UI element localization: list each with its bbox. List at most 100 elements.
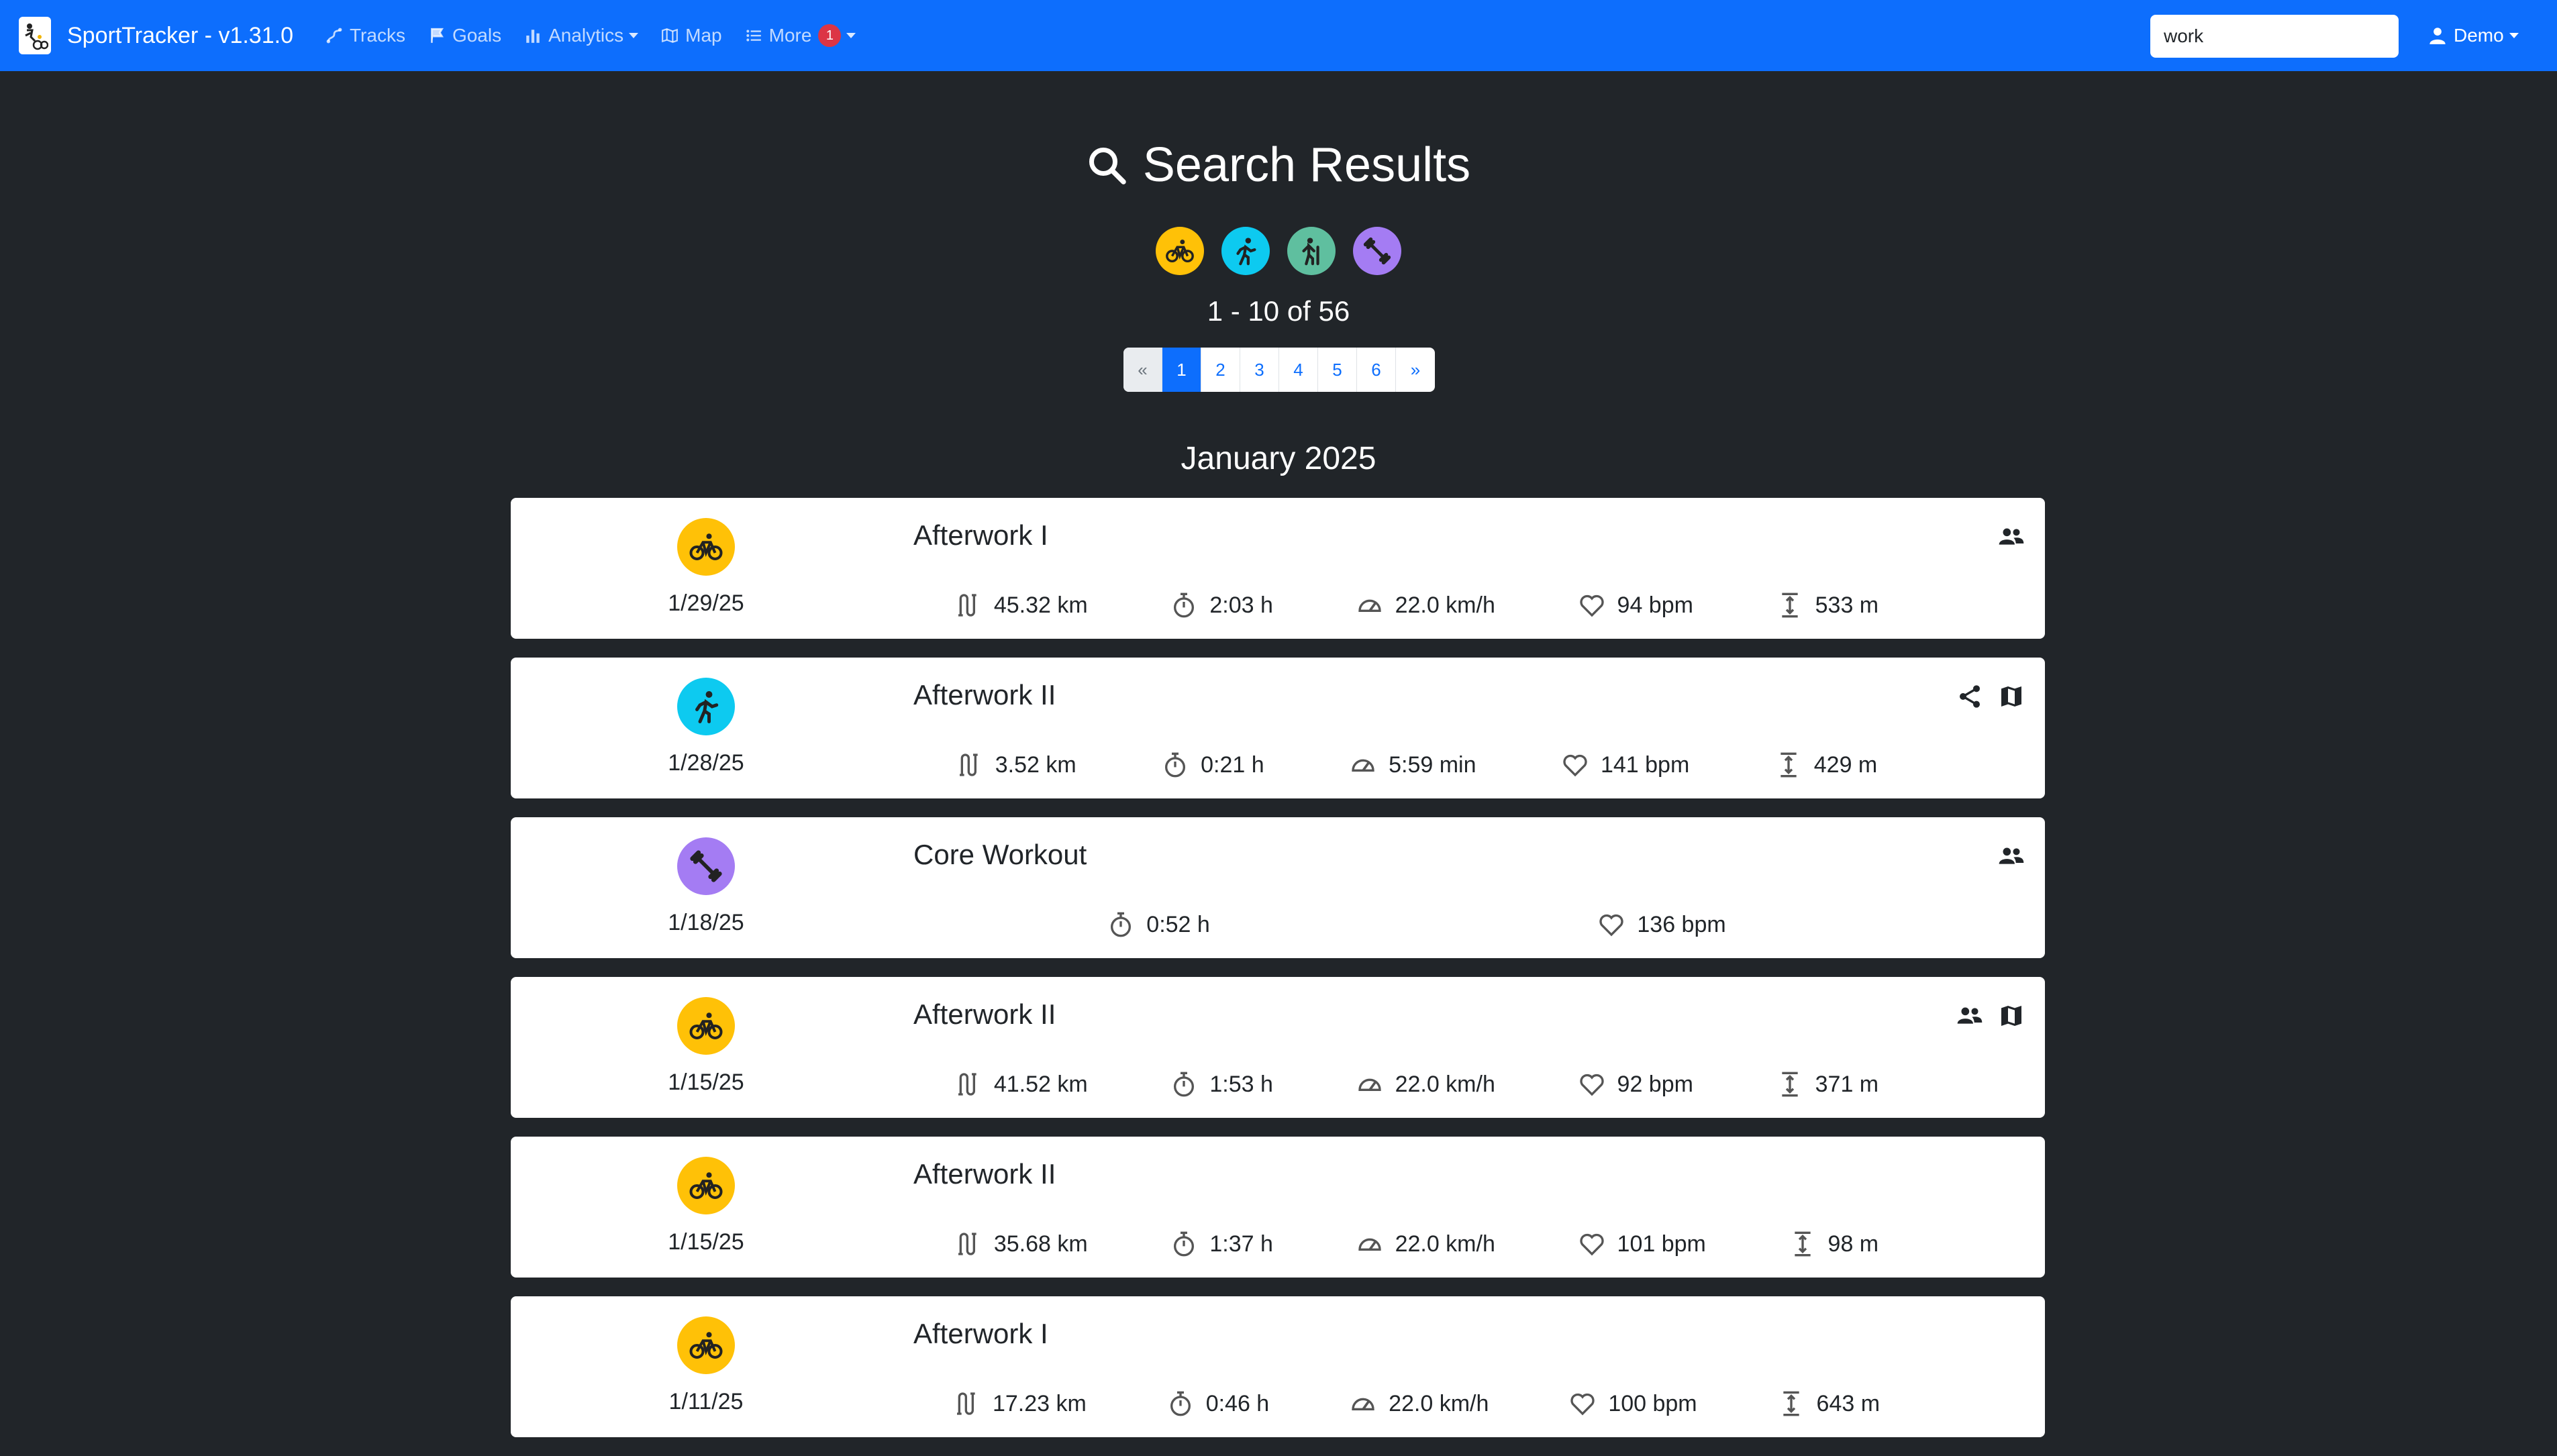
stat-elevation-value: 643 m [1816,1390,1881,1416]
filter-running-button[interactable] [1221,227,1270,275]
route-icon [958,1233,976,1255]
elevation-icon [1783,1391,1799,1416]
stat-elevation: 643 m [1778,1390,1881,1417]
pagination-page[interactable]: 3 [1240,348,1279,392]
pagination-page[interactable]: 6 [1357,348,1396,392]
nav-analytics-dropdown[interactable]: Analytics [524,25,639,46]
map-icon[interactable] [1998,1002,2025,1029]
speedometer-icon [1352,1398,1374,1410]
month-heading: January 2025 [1181,441,1376,476]
stat-elevation-value: 429 m [1813,751,1878,778]
user-icon [2429,28,2446,44]
pagination-page[interactable]: 1 [1162,348,1201,392]
route-icon [958,1073,976,1096]
list-icon [746,30,761,42]
stopwatch-icon [1174,1231,1195,1257]
pagination: « 1 2 3 4 5 6 » [1123,348,1435,392]
nav-map[interactable]: Map [661,25,722,46]
track-actions [1998,523,2025,550]
sport-filters [0,227,2557,275]
track-actions [1998,843,2025,870]
nav-more-dropdown[interactable]: More 1 [745,24,856,47]
bar-chart-icon [526,30,540,43]
track-actions [1956,683,2025,710]
pagination-next[interactable]: » [1396,348,1435,392]
stat-heart-rate-value: 141 bpm [1600,751,1690,778]
bike-icon [677,1157,735,1214]
dumbbell-icon [1363,237,1391,265]
track-card[interactable]: 1/29/25 Afterwork I 45.32 km 2:03 h 22.0… [511,498,2045,639]
page-header: Search Results [0,138,2557,193]
stat-speed-value: 22.0 km/h [1395,1231,1495,1257]
stat-heart-rate: 101 bpm [1578,1231,1706,1257]
brand[interactable]: SportTracker - v1.31.0 [19,17,325,54]
track-card[interactable]: 1/28/25 Afterwork II 3.52 km 0:21 h 5:59… [511,658,2045,798]
stat-duration: 1:37 h [1170,1231,1273,1257]
stat-pace-value: 5:59 min [1389,751,1476,778]
stat-heart-rate-value: 94 bpm [1617,592,1693,618]
group-icon[interactable] [1956,1002,1983,1029]
stat-heart-rate: 92 bpm [1578,1071,1693,1098]
track-title: Afterwork I [913,519,1048,551]
user-menu-dropdown[interactable]: Demo [2428,0,2519,71]
group-icon[interactable] [1998,843,2025,870]
track-date: 1/11/25 [668,1389,744,1414]
nav-tracks[interactable]: Tracks [325,25,405,46]
share-icon[interactable] [1956,683,1983,710]
track-title: Afterwork II [913,1158,1056,1190]
filter-hiking-button[interactable] [1287,227,1336,275]
track-title: Afterwork II [913,998,1056,1030]
stat-elevation: 429 m [1775,751,1878,778]
stat-speed-value: 22.0 km/h [1395,592,1495,618]
stat-heart-rate-value: 100 bpm [1608,1390,1697,1416]
bike-icon [677,1316,735,1374]
track-stats: 35.68 km 1:37 h 22.0 km/h 101 bpm 98 m [913,1223,1920,1265]
stat-speed-value: 22.0 km/h [1389,1390,1489,1416]
stat-duration-value: 2:03 h [1209,592,1273,618]
pagination-page[interactable]: 5 [1318,348,1357,392]
pagination-page[interactable]: 4 [1279,348,1318,392]
bike-icon [677,518,735,576]
track-card[interactable]: 1/18/25 Core Workout 0:52 h 136 bpm [511,817,2045,958]
track-card[interactable]: 1/15/25 Afterwork II 35.68 km 1:37 h 22.… [511,1137,2045,1278]
filter-workout-button[interactable] [1353,227,1401,275]
track-actions [1956,1002,2025,1029]
track-title: Core Workout [913,839,1087,870]
stat-speed: 22.0 km/h [1356,1071,1495,1098]
stat-distance: 3.52 km [956,751,1076,778]
stat-elevation-value: 98 m [1827,1231,1879,1257]
user-name: Demo [2454,25,2504,46]
nav-analytics-label: Analytics [548,25,624,46]
search-input[interactable] [2150,15,2399,58]
run-icon [1236,238,1256,266]
stat-duration: 0:46 h [1167,1390,1269,1417]
app-title: SportTracker - v1.31.0 [67,22,293,48]
track-card[interactable]: 1/11/25 Afterwork I 17.23 km 0:46 h 22.0… [511,1296,2045,1437]
stopwatch-icon [1174,592,1195,618]
run-icon [677,678,735,735]
track-stats: 0:52 h 136 bpm [913,903,1920,946]
track-stats: 17.23 km 0:46 h 22.0 km/h 100 bpm 643 m [913,1382,1920,1425]
map-icon [662,28,679,43]
stopwatch-icon [1174,1072,1195,1097]
nav-goals[interactable]: Goals [428,25,501,46]
pagination-page[interactable]: 2 [1201,348,1240,392]
stat-duration: 2:03 h [1170,592,1273,619]
group-icon[interactable] [1998,523,2025,550]
route-icon [959,753,978,776]
stat-speed-value: 22.0 km/h [1395,1071,1495,1097]
route-icon [958,594,976,617]
flag-icon [431,28,444,43]
bike-icon [1166,240,1194,263]
track-card[interactable]: 1/15/25 Afterwork II 41.52 km 1:53 h 22.… [511,977,2045,1118]
pagination-prev[interactable]: « [1123,348,1162,392]
stat-heart-rate: 141 bpm [1562,751,1689,778]
filter-cycling-button[interactable] [1156,227,1204,275]
stat-speed: 22.0 km/h [1350,1390,1489,1417]
stat-heart-rate-value: 101 bpm [1617,1231,1706,1257]
stat-elevation-value: 533 m [1815,592,1879,618]
map-icon[interactable] [1998,683,2025,710]
chevron-down-icon [629,33,639,38]
stat-elevation-value: 371 m [1815,1071,1879,1097]
stat-distance-value: 41.52 km [993,1071,1088,1097]
